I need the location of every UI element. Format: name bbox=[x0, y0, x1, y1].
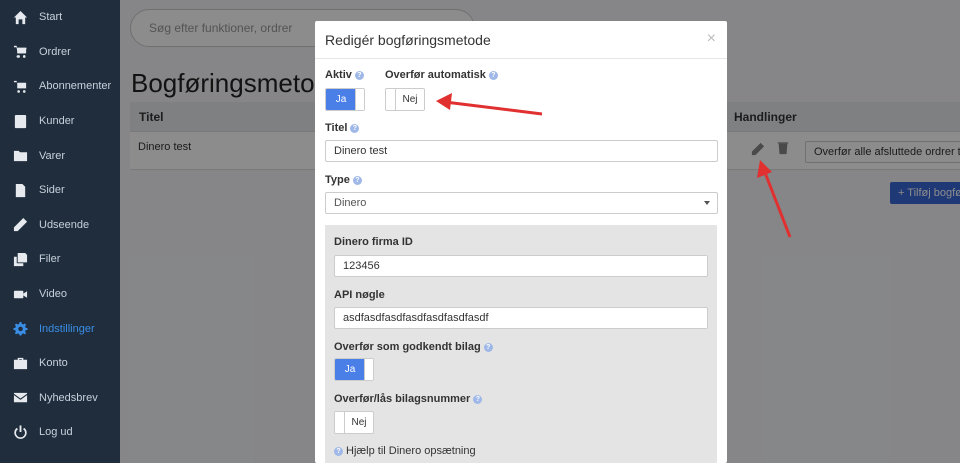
edit-modal: Redigér bogføringsmetode × Aktiv? Overfø… bbox=[315, 21, 727, 463]
sidebar-item-label: Abonnementer bbox=[39, 80, 112, 93]
help-icon: ? bbox=[334, 447, 343, 456]
help-icon[interactable]: ? bbox=[473, 395, 483, 404]
dinero-help-link[interactable]: ? Hjælp til Dinero opsætning bbox=[334, 445, 476, 457]
approved-label: Overfør som godkendt bilag? bbox=[334, 341, 493, 353]
toggle-on-label: Ja bbox=[335, 359, 365, 380]
aktiv-label: Aktiv? bbox=[325, 69, 364, 81]
sidebar-item-label: Log ud bbox=[39, 426, 73, 439]
api-key-label: API nøgle bbox=[334, 289, 385, 301]
dinero-settings-panel: Dinero firma ID 123456 API nøgle asdfasd… bbox=[325, 225, 717, 463]
envelope-icon bbox=[12, 390, 28, 406]
pencil-icon bbox=[12, 217, 28, 233]
sidebar-item-label: Filer bbox=[39, 253, 61, 266]
modal-title: Redigér bogføringsmetode bbox=[325, 32, 491, 48]
help-icon[interactable]: ? bbox=[354, 71, 364, 80]
sidebar-item-label: Konto bbox=[39, 357, 68, 370]
help-icon[interactable]: ? bbox=[350, 124, 360, 133]
gear-icon bbox=[12, 321, 28, 337]
titel-input[interactable]: Dinero test bbox=[325, 140, 718, 162]
sidebar-item-udseende[interactable]: Udseende bbox=[0, 208, 120, 243]
folder-icon bbox=[12, 148, 28, 164]
sidebar-item-konto[interactable]: Konto bbox=[0, 346, 120, 381]
sidebar-item-filer[interactable]: Filer bbox=[0, 242, 120, 277]
type-label: Type? bbox=[325, 174, 362, 186]
sidebar-item-varer[interactable]: Varer bbox=[0, 138, 120, 173]
sidebar-item-label: Nyhedsbrev bbox=[39, 391, 98, 404]
toggle-knob bbox=[364, 359, 373, 380]
aktiv-toggle[interactable]: Ja bbox=[325, 88, 365, 111]
sidebar-item-sider[interactable]: Sider bbox=[0, 173, 120, 208]
help-icon[interactable]: ? bbox=[488, 71, 498, 80]
firm-id-input[interactable]: 123456 bbox=[334, 255, 708, 277]
sidebar-item-label: Kunder bbox=[39, 115, 75, 128]
briefcase-icon bbox=[12, 355, 28, 371]
sidebar-item-label: Indstillinger bbox=[39, 322, 95, 335]
modal-header: Redigér bogføringsmetode × bbox=[315, 21, 727, 59]
sidebar-item-indstillinger[interactable]: Indstillinger bbox=[0, 311, 120, 346]
cart-plus-icon bbox=[12, 78, 28, 94]
sidebar: Start Ordrer Abonnementer Kunder Varer S… bbox=[0, 0, 120, 463]
auto-transfer-label: Overfør automatisk? bbox=[385, 69, 498, 81]
api-key-input[interactable]: asdfasdfasdfasdfasdfasdfasdf bbox=[334, 307, 708, 329]
sidebar-item-log-ud[interactable]: Log ud bbox=[0, 415, 120, 450]
sidebar-item-ordrer[interactable]: Ordrer bbox=[0, 35, 120, 70]
sidebar-item-abonnementer[interactable]: Abonnementer bbox=[0, 69, 120, 104]
auto-transfer-toggle[interactable]: Nej bbox=[385, 88, 425, 111]
cart-icon bbox=[12, 44, 28, 60]
sidebar-item-label: Sider bbox=[39, 184, 65, 197]
toggle-knob bbox=[386, 89, 396, 110]
help-icon[interactable]: ? bbox=[352, 176, 362, 185]
lock-number-label: Overfør/lås bilagsnummer? bbox=[334, 393, 483, 405]
sidebar-item-label: Udseende bbox=[39, 218, 90, 231]
sidebar-item-label: Video bbox=[39, 288, 67, 301]
sidebar-item-nyhedsbrev[interactable]: Nyhedsbrev bbox=[0, 381, 120, 416]
sidebar-item-video[interactable]: Video bbox=[0, 277, 120, 312]
type-select-value: Dinero bbox=[334, 197, 367, 209]
sidebar-item-label: Ordrer bbox=[39, 45, 71, 58]
power-icon bbox=[12, 424, 28, 440]
titel-label: Titel? bbox=[325, 122, 360, 134]
home-icon bbox=[12, 9, 28, 25]
file-icon bbox=[12, 182, 28, 198]
sidebar-item-start[interactable]: Start bbox=[0, 0, 120, 35]
toggle-off-label: Nej bbox=[351, 417, 367, 428]
sidebar-item-kunder[interactable]: Kunder bbox=[0, 104, 120, 139]
toggle-knob bbox=[335, 412, 345, 433]
sidebar-item-label: Start bbox=[39, 11, 63, 24]
toggle-off-label: Nej bbox=[402, 94, 418, 105]
close-icon[interactable]: × bbox=[707, 30, 716, 48]
copy-icon bbox=[12, 251, 28, 267]
sidebar-item-label: Varer bbox=[39, 149, 66, 162]
caret-down-icon bbox=[704, 201, 710, 205]
toggle-knob bbox=[355, 89, 364, 110]
help-icon[interactable]: ? bbox=[483, 343, 493, 352]
address-book-icon bbox=[12, 113, 28, 129]
type-select[interactable]: Dinero bbox=[325, 192, 718, 214]
approved-toggle[interactable]: Ja bbox=[334, 358, 374, 381]
video-icon bbox=[12, 286, 28, 302]
firm-id-label: Dinero firma ID bbox=[334, 236, 413, 248]
toggle-on-label: Ja bbox=[326, 89, 356, 110]
lock-number-toggle[interactable]: Nej bbox=[334, 411, 374, 434]
